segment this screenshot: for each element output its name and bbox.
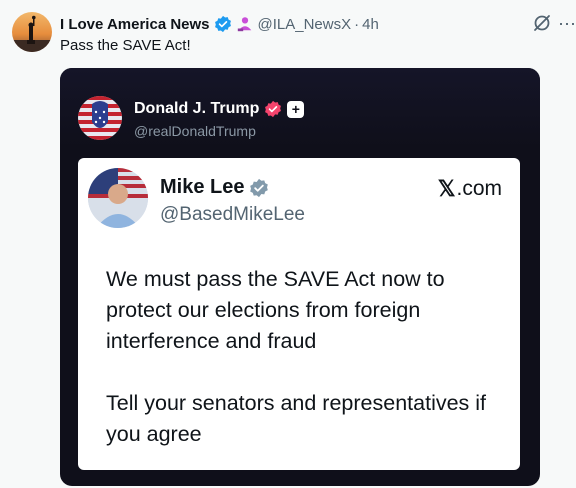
author-avatar[interactable] [12,12,52,52]
embedded-name: Donald J. Trump [134,100,260,117]
affiliate-badge-icon [237,17,251,32]
plus-badge-icon: + [287,100,305,118]
author-name[interactable]: I Love America News [60,16,210,33]
statue-of-liberty-icon [12,15,52,52]
x-com-logo: 𝕏 .com [438,176,502,202]
portrait-icon [88,168,148,228]
x-com-suffix: .com [456,177,502,200]
separator: · [354,15,360,33]
post-media-image[interactable]: Donald J. Trump + @realDonaldTrump Mike [60,68,540,486]
quoted-name-row: Mike Lee [160,176,269,199]
more-icon[interactable]: ⋯ [558,13,576,35]
quoted-paragraph: We must pass the SAVE Act now to protect… [106,267,445,353]
author-handle[interactable]: @ILA_NewsX [258,16,352,33]
quoted-card: Mike Lee @BasedMikeLee 𝕏 .com We must pas… [78,158,520,470]
verified-badge-icon [265,100,282,118]
embedded-name-row: Donald J. Trump + [134,100,305,118]
grok-icon[interactable] [532,13,552,33]
quoted-body: We must pass the SAVE Act now to protect… [106,264,506,450]
mike-lee-avatar [88,168,148,228]
verified-badge-icon [250,178,269,197]
verified-badge-icon [214,15,231,33]
post-time[interactable]: 4h [362,16,379,33]
quoted-paragraph: Tell your senators and representatives i… [106,391,487,446]
trump-avatar [78,96,122,140]
x-logo-icon: 𝕏 [437,176,456,201]
flag-face-icon [78,96,122,140]
post-header: I Love America News @ILA_NewsX · 4h [60,14,379,34]
quoted-handle: @BasedMikeLee [160,204,305,225]
quoted-name: Mike Lee [160,176,245,198]
post-text: Pass the SAVE Act! [60,37,191,54]
embedded-handle: @realDonaldTrump [134,123,256,139]
